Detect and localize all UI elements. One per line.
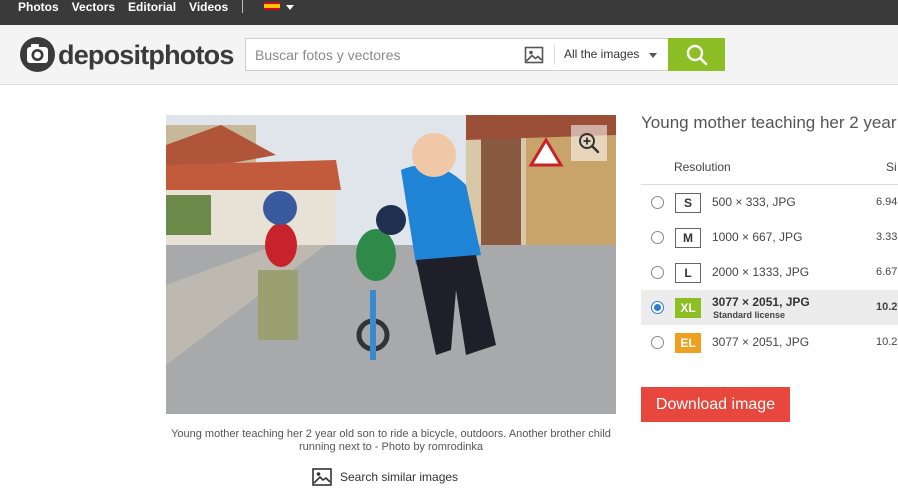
chevron-down-icon[interactable]	[649, 53, 657, 58]
camera-logo-icon	[20, 37, 55, 72]
nav-divider	[242, 0, 243, 13]
search-divider	[554, 45, 555, 65]
image-icon	[312, 468, 332, 486]
resolution-radio-selected[interactable]	[651, 301, 664, 314]
search-button[interactable]	[668, 38, 725, 71]
license-label: Standard license	[713, 310, 786, 320]
search-scope-select[interactable]: All the images	[564, 47, 639, 61]
nav-editorial[interactable]: Editorial	[128, 1, 176, 13]
resolution-radio[interactable]	[651, 336, 664, 349]
file-size: 6.94	[876, 196, 898, 208]
size-badge-m: M	[675, 228, 701, 248]
resolution-dims: 3077 × 2051, JPG	[712, 335, 810, 349]
zoom-in-button[interactable]	[571, 125, 607, 161]
table-header: Resolution Si	[641, 150, 898, 185]
top-nav: Photos Vectors Editorial Videos	[18, 0, 228, 14]
size-badge-s: S	[675, 193, 701, 213]
size-badge-l: L	[675, 263, 701, 283]
file-size: 10.26	[876, 336, 898, 348]
photo-caption: Young mother teaching her 2 year old son…	[171, 428, 611, 453]
logo-wordmark: depositphotos	[58, 39, 234, 70]
image-search-icon[interactable]	[524, 45, 544, 65]
nav-vectors[interactable]: Vectors	[72, 1, 115, 13]
search-similar-label: Search similar images	[340, 470, 459, 484]
resolution-row-el[interactable]: EL 3077 × 2051, JPG 10.26	[641, 325, 898, 360]
photo-illustration	[166, 115, 616, 414]
resolution-row-l[interactable]: L 2000 × 1333, JPG 6.67	[641, 255, 898, 290]
column-size: Si	[886, 160, 897, 174]
search-bar: All the images	[245, 38, 725, 71]
file-size: 6.67	[876, 266, 898, 278]
resolution-radio[interactable]	[651, 231, 664, 244]
stock-photo[interactable]	[166, 115, 616, 414]
file-size: 3.33	[876, 231, 898, 243]
top-nav-bar: Photos Vectors Editorial Videos	[0, 0, 898, 25]
file-size: 10.26	[876, 301, 898, 313]
nav-videos[interactable]: Videos	[189, 1, 228, 13]
resolution-dims: 500 × 333, JPG	[712, 195, 796, 209]
resolution-dims: 3077 × 2051, JPG	[712, 295, 810, 309]
site-header: depositphotos All the images	[0, 25, 898, 85]
size-badge-el: EL	[675, 333, 701, 353]
search-similar-link[interactable]: Search similar images	[312, 467, 458, 487]
photo-title: Young mother teaching her 2 year old son…	[641, 113, 898, 132]
resolution-table: Resolution Si S 500 × 333, JPG 6.94 M 10…	[641, 150, 898, 360]
search-icon	[686, 44, 707, 65]
resolution-row-s[interactable]: S 500 × 333, JPG 6.94	[641, 185, 898, 220]
search-input[interactable]	[255, 45, 505, 65]
column-resolution: Resolution	[674, 160, 731, 174]
site-logo[interactable]: depositphotos	[19, 36, 234, 73]
resolution-row-xl[interactable]: XL 3077 × 2051, JPG Standard license 10.…	[641, 290, 898, 325]
spain-flag-icon[interactable]	[264, 2, 280, 10]
resolution-radio[interactable]	[651, 266, 664, 279]
resolution-radio[interactable]	[651, 196, 664, 209]
resolution-row-m[interactable]: M 1000 × 667, JPG 3.33	[641, 220, 898, 255]
resolution-dims: 2000 × 1333, JPG	[712, 265, 810, 279]
size-badge-xl: XL	[675, 298, 701, 318]
language-dropdown-icon[interactable]	[286, 5, 294, 10]
download-image-button[interactable]: Download image	[641, 387, 790, 422]
zoom-in-icon	[579, 133, 600, 154]
nav-photos[interactable]: Photos	[18, 1, 59, 13]
resolution-dims: 1000 × 667, JPG	[712, 230, 803, 244]
